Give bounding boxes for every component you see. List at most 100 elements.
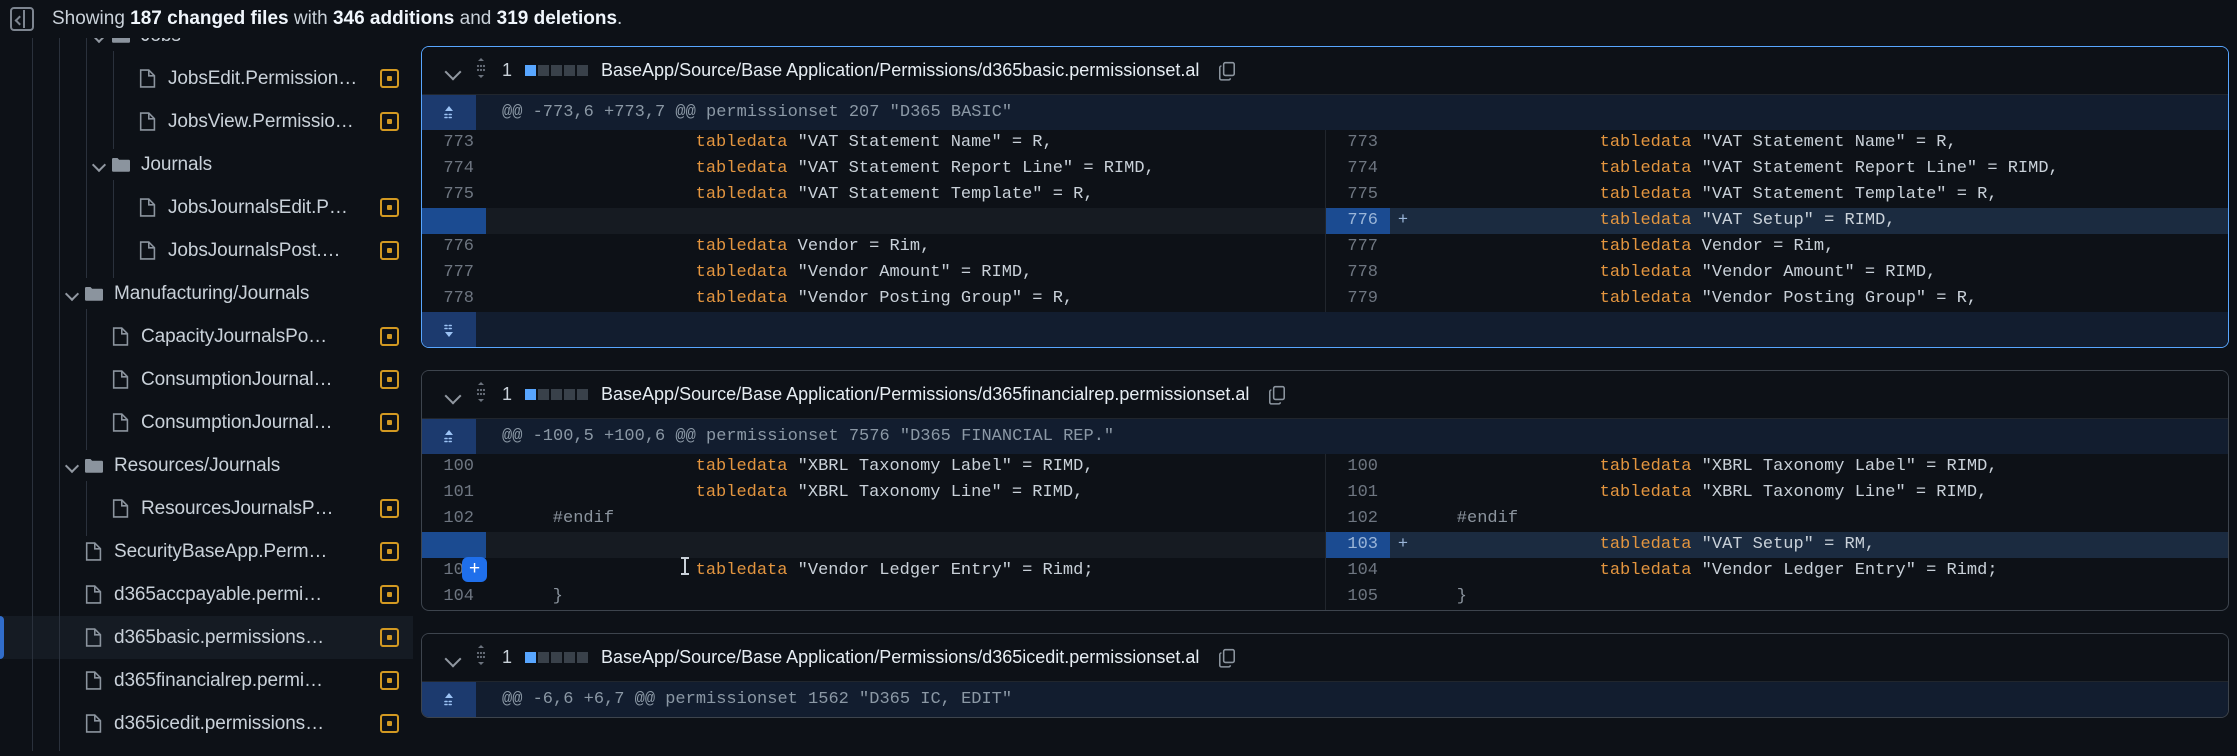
file-diff-card[interactable]: 1 BaseApp/Source/Base Application/Permiss… [421,633,2229,718]
changed-files-summary: Showing 187 changed files with 346 addit… [52,8,622,30]
drag-handle-icon[interactable] [473,57,489,84]
line-number-new: 101 [1347,483,1378,502]
summary-mid: with [288,8,333,29]
status-badge-modified [380,112,399,131]
status-badge-modified [380,499,399,518]
chevron-down-icon[interactable] [446,64,460,78]
file-path: BaseApp/Source/Base Application/Permissi… [601,60,1200,80]
diff-row[interactable]: 778 tabledata "Vendor Posting Group" = R… [422,286,2228,312]
summary-prefix: Showing [52,8,131,29]
add-inline-comment-button[interactable]: + [462,557,487,582]
expand-up-button[interactable] [422,419,476,454]
tree-file-row[interactable]: JobsJournalsEdit.P… [0,180,413,235]
tree-folder-row[interactable]: Journals [0,137,413,192]
diff-code-new: } [1416,587,1468,606]
tree-file-row[interactable]: d365financialrep.permi… [0,653,413,708]
tree-file-row[interactable]: CapacityJournalsPo… [0,309,413,364]
tree-item-label: JobsJournalsPost.… [168,239,341,261]
line-number-new: 103 [1326,532,1390,558]
copy-path-icon[interactable] [1218,61,1236,81]
tree-folder-row[interactable]: Resources/Journals [0,438,413,493]
tree-item-label: Jobs [141,38,399,47]
line-marker [486,454,512,480]
diff-row[interactable]: 776 + tabledata "VAT Setup" = RIMD, [422,208,2228,234]
copy-path-icon[interactable] [1268,385,1286,405]
diff-row[interactable]: 103 tabledata "Vendor Ledger Entry" = Ri… [422,558,2228,584]
diff-row[interactable]: 774 tabledata "VAT Statement Report Line… [422,156,2228,182]
tree-item-label: CapacityJournalsPo… [141,325,328,347]
tree-file-row[interactable]: d365icedit.permissions… [0,696,413,751]
tree-file-row[interactable]: d365basic.permissions… [0,610,413,665]
diff-side-new: 776 + tabledata "VAT Setup" = RIMD, [1325,208,2228,234]
tree-file-row[interactable]: SecurityBaseApp.Perm… [0,524,413,579]
tree-file-row[interactable]: JobsView.Permissio… [0,94,413,149]
diff-row[interactable]: 102 #endif 102 #endif [422,506,2228,532]
diff-side-new: 102 #endif [1325,506,2228,532]
file-tree-sidebar[interactable]: Jobs JobsEdit.Permission… JobsView.Permiss… [0,38,413,756]
chevron-down-icon[interactable] [446,651,460,665]
diff-row[interactable]: 101 tabledata "XBRL Taxonomy Line" = RIM… [422,480,2228,506]
file-icon [83,627,105,649]
tree-file-row[interactable]: ConsumptionJournal… [0,352,413,407]
files-changed-layout: Jobs JobsEdit.Permission… JobsView.Permiss… [0,38,2237,756]
file-diff-card[interactable]: 1 BaseApp/Source/Base Application/Permiss… [421,46,2229,348]
chevron-down-icon[interactable] [446,388,460,402]
file-diff-card[interactable]: 1 BaseApp/Source/Base Application/Permiss… [421,370,2229,611]
diff-row[interactable]: 773 tabledata "VAT Statement Name" = R, 7… [422,130,2228,156]
tree-twisty-spacer [61,670,83,692]
expand-down-button[interactable] [422,312,476,347]
diff-code-new: tabledata "VAT Statement Report Line" = … [1599,159,2059,178]
tree-twisty-spacer [88,412,110,434]
tree-file-row[interactable]: JobsJournalsPost.… [0,223,413,278]
tree-file-row[interactable]: ResourcesJournalsP… [0,481,413,536]
diff-code-new: tabledata "Vendor Amount" = RIMD, [1599,263,1937,282]
file-icon [137,197,159,219]
summary-suffix: . [617,8,623,29]
drag-handle-icon[interactable] [473,644,489,671]
file-icon [137,240,159,262]
diff-row[interactable]: 775 tabledata "VAT Statement Template" =… [422,182,2228,208]
tree-folder-row[interactable]: Jobs [0,38,413,63]
file-icon [83,541,105,563]
diff-code-old: tabledata "Vendor Ledger Entry" = Rimd; [695,561,1094,580]
expand-up-button[interactable] [422,95,476,130]
diff-side-left: 101 tabledata "XBRL Taxonomy Line" = RIM… [422,480,1325,506]
line-marker-new [1390,480,1416,506]
tree-item-label: JobsEdit.Permission… [168,67,358,89]
diff-row[interactable]: 103 + tabledata "VAT Setup" = RM, [422,532,2228,558]
diff-row[interactable]: 104 } 105 } [422,584,2228,610]
tree-folder-row[interactable]: Manufacturing/Journals [0,266,413,321]
tree-item-label: d365accpayable.permi… [114,583,323,605]
file-diff-header[interactable]: 1 BaseApp/Source/Base Application/Permiss… [422,634,2228,682]
tree-item-label: d365financialrep.permi… [114,669,323,691]
chevron-down-icon[interactable] [61,455,83,477]
line-marker-new [1390,182,1416,208]
diff-side-left: 104 } [422,584,1325,610]
file-diff-header[interactable]: 1 BaseApp/Source/Base Application/Permiss… [422,371,2228,419]
status-badge-modified [380,714,399,733]
file-diff-header[interactable]: 1 BaseApp/Source/Base Application/Permiss… [422,47,2228,95]
expand-up-button[interactable] [422,682,476,717]
diff-code-old: tabledata "VAT Statement Name" = R, [695,133,1053,152]
diff-row[interactable]: 776 tabledata Vendor = Rim, 777 tabledata… [422,234,2228,260]
hunk-footer [422,312,2228,347]
hunk-header: @@ -6,6 +6,7 @@ permissionset 1562 "D365… [422,682,2228,717]
tree-item-label: d365icedit.permissions… [114,712,324,734]
tree-file-row[interactable]: d365accpayable.permi… [0,567,413,622]
tree-file-row[interactable]: ConsumptionJournal… [0,395,413,450]
drag-handle-icon[interactable] [473,381,489,408]
diff-row[interactable]: 100 tabledata "XBRL Taxonomy Label" = RI… [422,454,2228,480]
chevron-down-icon[interactable] [88,38,110,47]
diff-code-new: tabledata "VAT Setup" = RIMD, [1599,211,1896,230]
diff-list[interactable]: 1 BaseApp/Source/Base Application/Permiss… [413,38,2237,756]
tree-file-row[interactable]: JobsEdit.Permission… [0,51,413,106]
chevron-down-icon[interactable] [61,283,83,305]
copy-path-icon[interactable] [1218,648,1236,668]
line-marker-new [1390,558,1416,584]
line-number-new: 773 [1347,133,1378,152]
line-marker-new [1390,584,1416,610]
hunk-range-label: @@ -100,5 +100,6 @@ permissionset 7576 "… [502,427,1115,446]
sidebar-toggle-icon[interactable] [10,7,34,31]
diff-row[interactable]: 777 tabledata "Vendor Amount" = RIMD, 778… [422,260,2228,286]
chevron-down-icon[interactable] [88,154,110,176]
